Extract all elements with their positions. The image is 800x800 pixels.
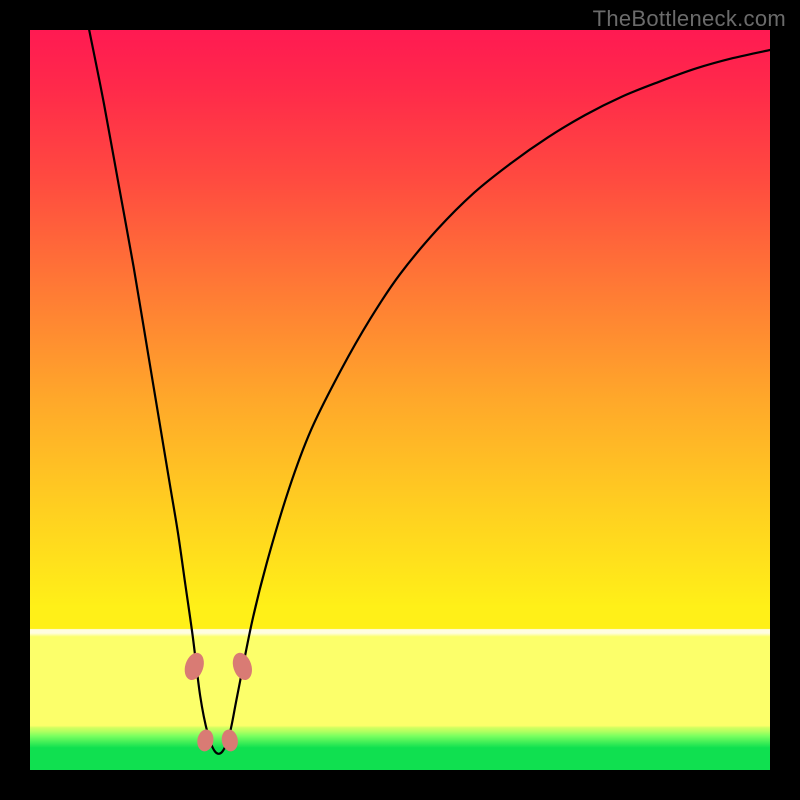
watermark-text: TheBottleneck.com [593,6,786,32]
data-marker [229,650,255,682]
data-point-markers [181,650,255,752]
chart-frame [30,30,770,770]
data-marker [181,650,207,682]
bottleneck-curve-chart [30,30,770,770]
performance-curve [89,30,770,754]
